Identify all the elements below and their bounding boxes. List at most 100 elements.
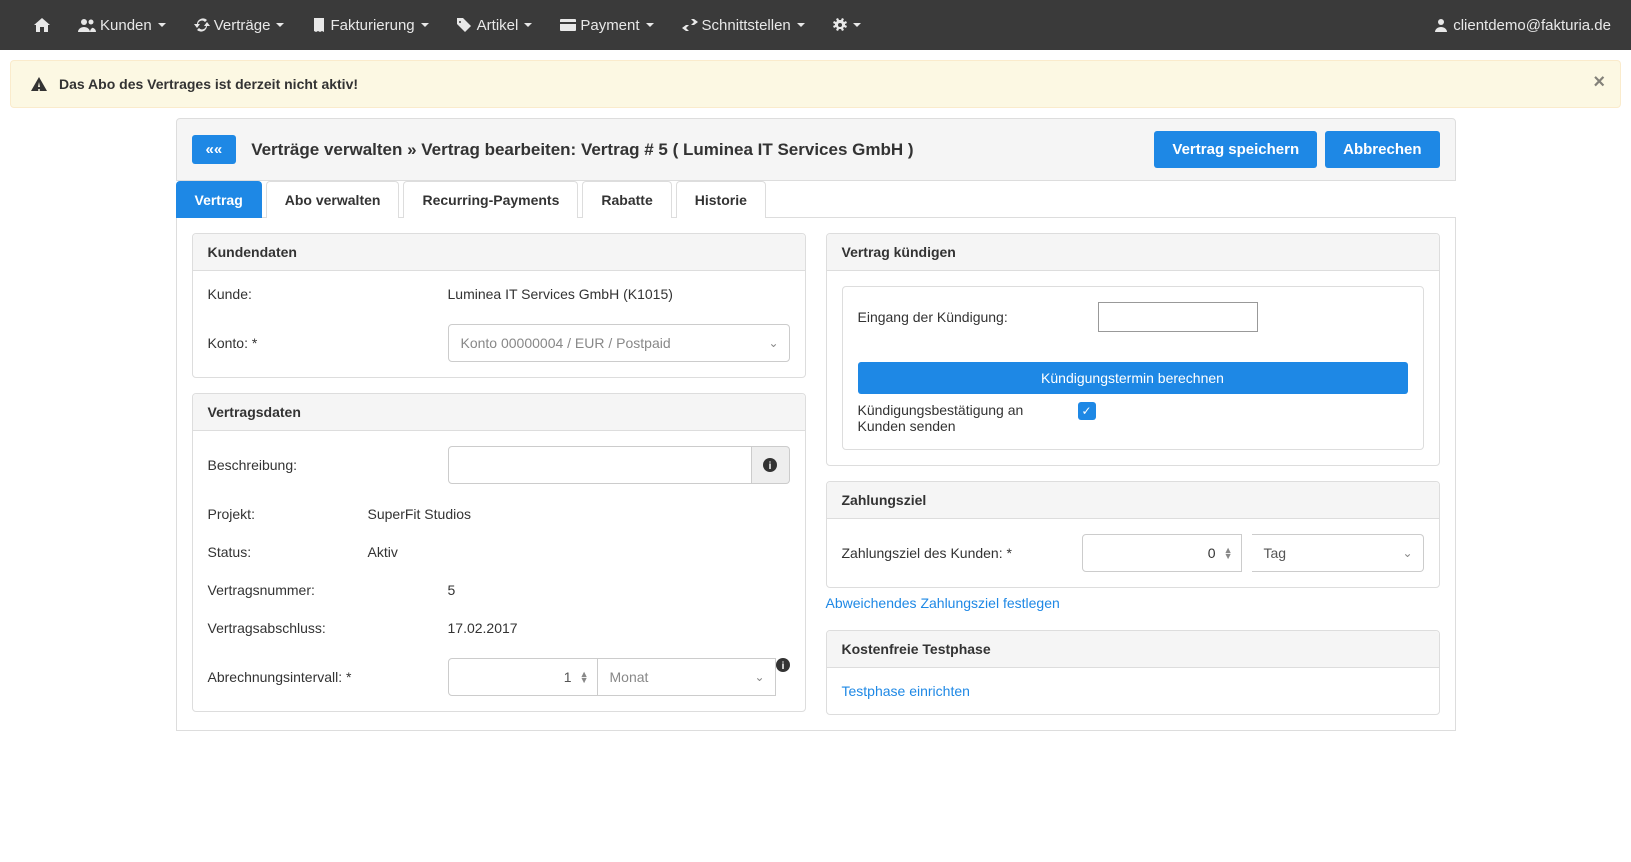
caret-icon — [524, 23, 532, 27]
tab-rabatte[interactable]: Rabatte — [582, 181, 671, 218]
panel-heading: Vertrag kündigen — [827, 234, 1439, 271]
intervall-unit-select[interactable]: Monat ⌄ — [598, 658, 776, 696]
home-icon — [34, 18, 50, 32]
caret-icon — [646, 23, 654, 27]
status-label: Status: — [208, 544, 368, 560]
nav-label: Schnittstellen — [702, 17, 791, 34]
chevron-down-icon: ⌄ — [768, 336, 778, 350]
ziel-unit-select[interactable]: Tag ⌄ — [1252, 534, 1424, 572]
caret-icon — [158, 23, 166, 27]
panel-kundendaten: Kundendaten Kunde: Luminea IT Services G… — [192, 233, 806, 378]
users-icon — [78, 18, 96, 32]
nav-payment[interactable]: Payment — [546, 0, 667, 50]
panel-heading: Zahlungsziel — [827, 482, 1439, 519]
spinner[interactable]: ▲▼ — [1224, 547, 1233, 559]
nummer-label: Vertragsnummer: — [208, 582, 448, 598]
content: Kundendaten Kunde: Luminea IT Services G… — [176, 218, 1456, 731]
nav-label: Fakturierung — [330, 17, 414, 34]
panel-kuendigen: Vertrag kündigen Eingang der Kündigung: … — [826, 233, 1440, 466]
beschreibung-input[interactable] — [448, 446, 752, 484]
confirm-checkbox[interactable]: ✓ — [1078, 402, 1096, 420]
exchange-icon — [682, 19, 698, 31]
ziel-label: Zahlungsziel des Kunden: * — [842, 545, 1082, 561]
user-email: clientdemo@fakturia.de — [1453, 17, 1611, 34]
caret-icon — [276, 23, 284, 27]
nav-label: Artikel — [477, 17, 519, 34]
page-header: «« Verträge verwalten » Vertrag bearbeit… — [176, 118, 1456, 181]
tabs: Vertrag Abo verwalten Recurring-Payments… — [176, 180, 1456, 218]
alert-close[interactable]: × — [1593, 71, 1605, 94]
back-button[interactable]: «« — [192, 135, 237, 164]
kunde-label: Kunde: — [208, 286, 448, 302]
nav-schnittstellen[interactable]: Schnittstellen — [668, 0, 819, 50]
tab-abo[interactable]: Abo verwalten — [266, 181, 400, 218]
info-icon: i — [776, 658, 790, 672]
panel-zahlungsziel: Zahlungsziel Zahlungsziel des Kunden: * … — [826, 481, 1440, 588]
credit-card-icon — [560, 19, 576, 31]
tags-icon — [457, 18, 473, 32]
kunde-value: Luminea IT Services GmbH (K1015) — [448, 286, 790, 302]
panel-heading: Kostenfreie Testphase — [827, 631, 1439, 668]
abschluss-label: Vertragsabschluss: — [208, 620, 448, 636]
svg-text:i: i — [781, 661, 784, 672]
tab-historie[interactable]: Historie — [676, 181, 766, 218]
nav-label: Kunden — [100, 17, 152, 34]
caret-icon — [853, 23, 861, 27]
chevron-down-icon: ⌄ — [1402, 546, 1412, 560]
svg-text:i: i — [769, 461, 772, 472]
status-value: Aktiv — [368, 544, 790, 560]
konto-label: Konto: * — [208, 335, 448, 351]
left-column: Kundendaten Kunde: Luminea IT Services G… — [192, 233, 806, 712]
nav-fakturierung[interactable]: Fakturierung — [298, 0, 442, 50]
eingang-input[interactable] — [1098, 302, 1258, 332]
testphase-link[interactable]: Testphase einrichten — [842, 683, 970, 699]
abschluss-value: 17.02.2017 — [448, 620, 790, 636]
nav-left: Kunden Verträge Fakturierung Artikel Pay… — [20, 0, 875, 50]
spinner[interactable]: ▲▼ — [580, 671, 589, 683]
nav-artikel[interactable]: Artikel — [443, 0, 547, 50]
chevron-down-icon: ⌄ — [754, 670, 764, 684]
panel-heading: Kundendaten — [193, 234, 805, 271]
calc-button[interactable]: Kündigungstermin berechnen — [858, 362, 1408, 394]
intervall-number[interactable]: 1 ▲▼ — [448, 658, 598, 696]
right-column: Vertrag kündigen Eingang der Kündigung: … — [826, 233, 1440, 715]
nav-label: Verträge — [214, 17, 271, 34]
panel-vertragsdaten: Vertragsdaten Beschreibung: i — [192, 393, 806, 712]
konto-select[interactable]: Konto 00000004 / EUR / Postpaid ⌄ — [448, 324, 790, 362]
ziel-number[interactable]: 0 ▲▼ — [1082, 534, 1242, 572]
abw-ziel-link[interactable]: Abweichendes Zahlungsziel festlegen — [826, 595, 1440, 611]
cancel-button[interactable]: Abbrechen — [1325, 131, 1439, 168]
alert-warning: Das Abo des Vertrages ist derzeit nicht … — [10, 60, 1621, 108]
gear-icon — [833, 18, 847, 32]
book-icon — [312, 18, 326, 32]
navbar: Kunden Verträge Fakturierung Artikel Pay… — [0, 0, 1631, 50]
nav-home[interactable] — [20, 0, 64, 50]
beschreibung-label: Beschreibung: — [208, 457, 448, 473]
caret-icon — [797, 23, 805, 27]
save-button[interactable]: Vertrag speichern — [1154, 131, 1317, 168]
info-addon[interactable]: i — [776, 658, 790, 696]
intervall-value: 1 — [564, 669, 572, 685]
nav-user[interactable]: clientdemo@fakturia.de — [1435, 17, 1611, 34]
nav-vertraege[interactable]: Verträge — [180, 0, 299, 50]
tab-recurring[interactable]: Recurring-Payments — [403, 181, 578, 218]
confirm-label: Kündigungsbestätigung an Kunden senden — [858, 402, 1068, 434]
nav-kunden[interactable]: Kunden — [64, 0, 180, 50]
eingang-label: Eingang der Kündigung: — [858, 309, 1098, 325]
ziel-unit: Tag — [1264, 545, 1287, 561]
caret-icon — [421, 23, 429, 27]
refresh-icon — [194, 18, 210, 32]
panel-heading: Vertragsdaten — [193, 394, 805, 431]
projekt-value: SuperFit Studios — [368, 506, 790, 522]
tab-vertrag[interactable]: Vertrag — [176, 181, 262, 218]
ziel-value: 0 — [1208, 545, 1216, 561]
info-addon[interactable]: i — [752, 446, 790, 484]
info-icon: i — [763, 458, 777, 472]
user-icon — [1435, 18, 1447, 32]
alert-text: Das Abo des Vertrages ist derzeit nicht … — [59, 76, 358, 92]
nav-settings[interactable] — [819, 0, 875, 50]
projekt-label: Projekt: — [208, 506, 368, 522]
intervall-label: Abrechnungsintervall: * — [208, 669, 448, 685]
nav-label: Payment — [580, 17, 639, 34]
panel-testphase: Kostenfreie Testphase Testphase einricht… — [826, 630, 1440, 715]
